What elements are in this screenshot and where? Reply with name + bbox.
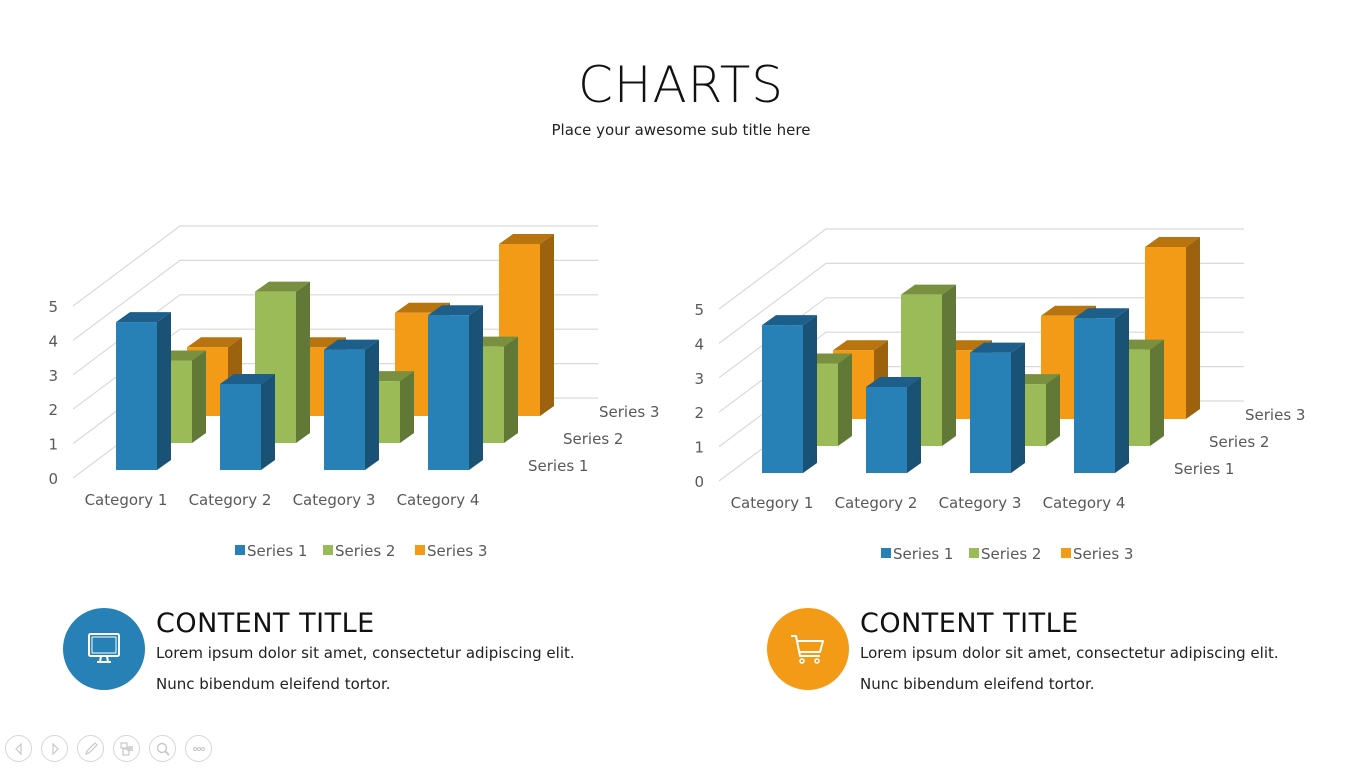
- content-title: CONTENT TITLE: [156, 608, 375, 639]
- y-tick-label: 1: [694, 439, 704, 457]
- content-title: CONTENT TITLE: [860, 608, 1079, 639]
- pen-button[interactable]: [77, 735, 104, 762]
- slideshow-toolbar: [5, 735, 212, 762]
- magnifier-icon: [156, 742, 170, 756]
- slides-overview-button[interactable]: [113, 735, 140, 762]
- chart-plot: 0 1 2 3 4 5 Category 1 Category 2 Category 3 Cate…: [694, 228, 1305, 563]
- y-tick-label: 2: [694, 404, 704, 422]
- arrow-left-icon: [14, 742, 22, 755]
- zoom-button[interactable]: [149, 735, 176, 762]
- y-tick-label: 0: [694, 473, 704, 491]
- content-text-line2: Nunc bibendum eleifend tortor.: [860, 675, 1095, 693]
- depth-axis-label: Series 2: [1209, 433, 1269, 451]
- legend-swatch: [1061, 548, 1071, 558]
- bar-series-1-category-1: [762, 315, 817, 473]
- bar-series-1-category-4: [1074, 308, 1129, 473]
- y-tick-label: 3: [694, 370, 704, 388]
- pen-icon: [84, 741, 98, 755]
- monitor-icon: [88, 633, 120, 663]
- legend-label: Series 2: [981, 545, 1041, 563]
- cart-icon-circle: [767, 608, 849, 690]
- x-tick-label: Category 2: [835, 494, 918, 512]
- y-tick-label: 5: [694, 301, 704, 319]
- legend-item: Series 2: [969, 545, 1041, 563]
- slides-icon: [119, 741, 133, 756]
- more-options-button[interactable]: [185, 735, 212, 762]
- legend-swatch: [969, 548, 979, 558]
- legend-item: Series 3: [1061, 545, 1133, 563]
- arrow-right-icon: [51, 742, 59, 755]
- legend-label: Series 3: [1073, 545, 1133, 563]
- previous-slide-button[interactable]: [5, 735, 32, 762]
- bar-series-1-category-3: [970, 342, 1025, 473]
- bar-series-1-category-2: [866, 377, 921, 473]
- more-dots-icon: [192, 746, 205, 751]
- x-tick-label: Category 3: [939, 494, 1022, 512]
- content-text-line1: Lorem ipsum dolor sit amet, consectetur …: [156, 644, 575, 662]
- depth-axis-label: Series 1: [1174, 460, 1234, 478]
- shopping-cart-icon: [791, 635, 824, 664]
- legend-label: Series 1: [893, 545, 953, 563]
- depth-axis-label: Series 3: [1245, 406, 1305, 424]
- x-tick-label: Category 4: [1043, 494, 1126, 512]
- next-slide-button[interactable]: [41, 735, 68, 762]
- content-text-line1: Lorem ipsum dolor sit amet, consectetur …: [860, 644, 1279, 662]
- content-text-line2: Nunc bibendum eleifend tortor.: [156, 675, 391, 693]
- legend-swatch: [881, 548, 891, 558]
- legend-item: Series 1: [881, 545, 953, 563]
- x-tick-label: Category 1: [731, 494, 814, 512]
- monitor-icon-circle: [63, 608, 145, 690]
- y-tick-label: 4: [694, 335, 704, 353]
